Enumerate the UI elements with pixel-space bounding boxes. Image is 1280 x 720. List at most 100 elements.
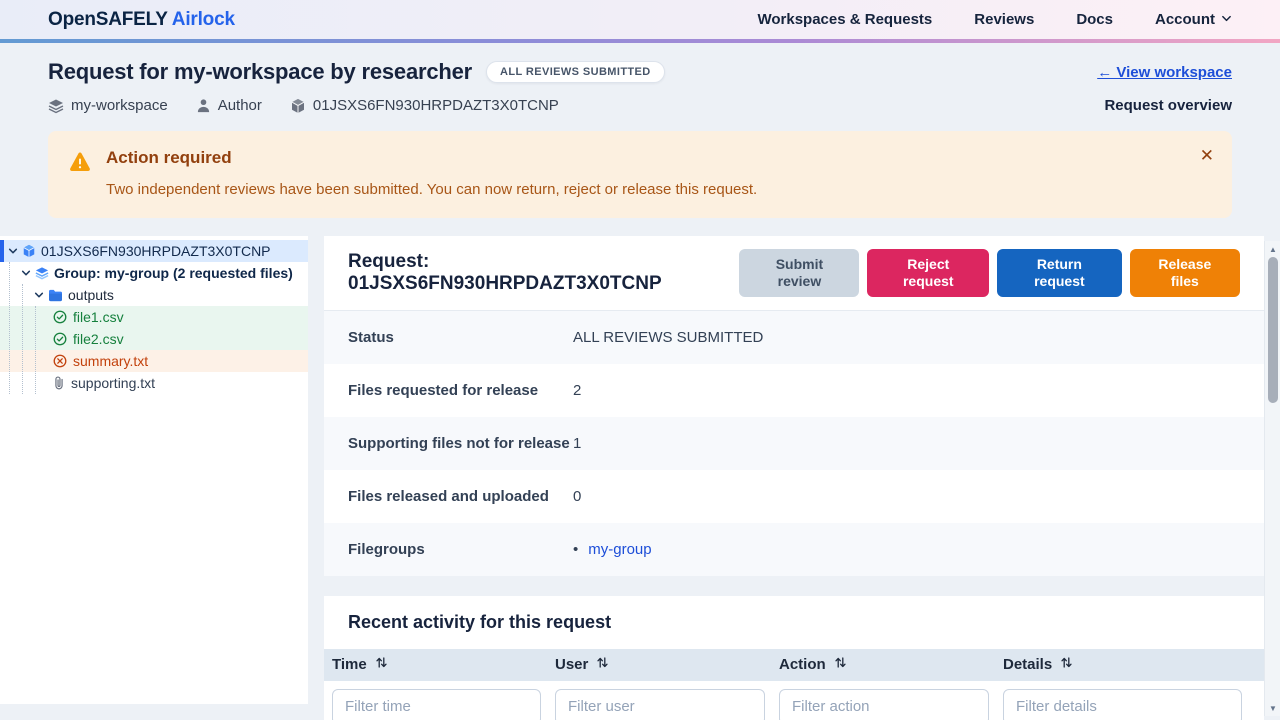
meta-author: Author bbox=[196, 97, 262, 114]
scrollbar-thumb[interactable] bbox=[1268, 257, 1278, 403]
nav-account-label: Account bbox=[1155, 11, 1215, 28]
tree-file-label: file2.csv bbox=[73, 331, 124, 347]
warning-icon bbox=[68, 150, 92, 198]
nav-docs[interactable]: Docs bbox=[1076, 11, 1113, 28]
meta-request-id: 01JSXS6FN930HRPDAZT3X0TCNP bbox=[290, 97, 559, 114]
sort-icon bbox=[835, 656, 846, 673]
filegroup-link[interactable]: my-group bbox=[588, 541, 651, 558]
detail-label: Supporting files not for release bbox=[348, 435, 573, 452]
filter-time-input[interactable] bbox=[332, 689, 541, 720]
main-panel: Request: 01JSXS6FN930HRPDAZT3X0TCNP Subm… bbox=[324, 236, 1264, 716]
chevron-down-icon[interactable] bbox=[20, 268, 32, 278]
chevron-down-icon[interactable] bbox=[7, 246, 19, 256]
column-header-user[interactable]: User bbox=[555, 656, 779, 673]
page-header: Request for my-workspace by researcher A… bbox=[0, 43, 1280, 114]
alert-title: Action required bbox=[106, 148, 757, 168]
request-overview-card: Request: 01JSXS6FN930HRPDAZT3X0TCNP Subm… bbox=[324, 236, 1264, 576]
meta-author-label: Author bbox=[218, 97, 262, 114]
meta-workspace: my-workspace bbox=[48, 97, 168, 114]
chevron-down-icon[interactable] bbox=[33, 290, 45, 300]
detail-row-status: Status ALL REVIEWS SUBMITTED bbox=[324, 311, 1264, 364]
tree-guide-line bbox=[22, 284, 23, 394]
detail-label: Files released and uploaded bbox=[348, 488, 573, 505]
tree-node-group[interactable]: Group: my-group (2 requested files) bbox=[0, 262, 308, 284]
column-label: User bbox=[555, 656, 588, 673]
action-required-alert: Action required Two independent reviews … bbox=[48, 131, 1232, 218]
folder-icon bbox=[48, 289, 63, 302]
column-header-time[interactable]: Time bbox=[332, 656, 555, 673]
detail-value: ALL REVIEWS SUBMITTED bbox=[573, 329, 763, 346]
filter-action-input[interactable] bbox=[779, 689, 989, 720]
file-tree: 01JSXS6FN930HRPDAZT3X0TCNP Group: my-gro… bbox=[0, 236, 308, 704]
column-label: Details bbox=[1003, 656, 1052, 673]
user-icon bbox=[196, 98, 211, 113]
column-header-details[interactable]: Details bbox=[1003, 656, 1264, 673]
activity-table-header: Time User Action Details bbox=[324, 649, 1264, 681]
nav-account-menu[interactable]: Account bbox=[1155, 11, 1232, 28]
scroll-down-icon[interactable]: ▼ bbox=[1265, 700, 1280, 716]
tree-file-label: summary.txt bbox=[73, 353, 148, 369]
tree-file-approved[interactable]: file2.csv bbox=[0, 328, 308, 350]
chevron-down-icon bbox=[1221, 11, 1232, 28]
check-circle-icon bbox=[53, 332, 67, 346]
vertical-scrollbar[interactable]: ▲ ▼ bbox=[1264, 241, 1280, 716]
submit-review-button[interactable]: Submit review bbox=[739, 249, 859, 297]
activity-heading: Recent activity for this request bbox=[324, 612, 1264, 633]
tree-guide-line bbox=[35, 306, 36, 394]
view-workspace-link[interactable]: ← View workspace bbox=[1097, 64, 1232, 81]
column-header-action[interactable]: Action bbox=[779, 656, 1003, 673]
tree-file-rejected[interactable]: summary.txt bbox=[0, 350, 308, 372]
cube-icon bbox=[290, 98, 306, 114]
brand-part-2: Airlock bbox=[167, 9, 234, 30]
x-circle-icon bbox=[53, 354, 67, 368]
top-navigation: OpenSAFELY Airlock Workspaces & Requests… bbox=[0, 0, 1280, 39]
nav-reviews[interactable]: Reviews bbox=[974, 11, 1034, 28]
paperclip-icon bbox=[53, 376, 65, 390]
filter-details-input[interactable] bbox=[1003, 689, 1242, 720]
detail-row-files-requested: Files requested for release 2 bbox=[324, 364, 1264, 417]
status-badge: ALL REVIEWS SUBMITTED bbox=[486, 61, 665, 83]
nav-workspaces-requests[interactable]: Workspaces & Requests bbox=[757, 11, 932, 28]
alert-body: Action required Two independent reviews … bbox=[106, 148, 757, 198]
tree-node-outputs-folder[interactable]: outputs bbox=[0, 284, 308, 306]
return-request-button[interactable]: Return request bbox=[997, 249, 1122, 297]
release-files-button[interactable]: Release files bbox=[1130, 249, 1240, 297]
scroll-up-icon[interactable]: ▲ bbox=[1265, 241, 1280, 257]
layers-icon bbox=[35, 266, 49, 280]
alert-message: Two independent reviews have been submit… bbox=[106, 181, 757, 198]
detail-label: Status bbox=[348, 329, 573, 346]
page-title: Request for my-workspace by researcher bbox=[48, 59, 472, 85]
tree-node-request-root[interactable]: 01JSXS6FN930HRPDAZT3X0TCNP bbox=[0, 240, 308, 262]
tree-node-label: outputs bbox=[68, 287, 114, 303]
detail-label: Filegroups bbox=[348, 541, 573, 558]
tree-file-label: supporting.txt bbox=[71, 375, 155, 391]
cube-icon bbox=[22, 244, 36, 258]
request-overview-label: Request overview bbox=[1104, 97, 1232, 114]
reject-request-button[interactable]: Reject request bbox=[867, 249, 989, 297]
detail-row-files-released: Files released and uploaded 0 bbox=[324, 470, 1264, 523]
tree-file-approved[interactable]: file1.csv bbox=[0, 306, 308, 328]
filter-user-input[interactable] bbox=[555, 689, 765, 720]
meta-workspace-label: my-workspace bbox=[71, 97, 168, 114]
detail-label: Files requested for release bbox=[348, 382, 573, 399]
sort-icon bbox=[376, 656, 387, 673]
tree-node-label: Group: my-group (2 requested files) bbox=[54, 265, 293, 281]
detail-row-supporting-files: Supporting files not for release 1 bbox=[324, 417, 1264, 470]
detail-value: 0 bbox=[573, 488, 581, 505]
layers-icon bbox=[48, 98, 64, 114]
brand-part-1: OpenSAFELY bbox=[48, 9, 167, 30]
nav-items: Workspaces & Requests Reviews Docs Accou… bbox=[757, 11, 1232, 28]
sort-icon bbox=[1061, 656, 1072, 673]
column-label: Time bbox=[332, 656, 367, 673]
detail-row-filegroups: Filegroups my-group bbox=[324, 523, 1264, 576]
close-icon[interactable]: ✕ bbox=[1194, 141, 1220, 170]
tree-file-supporting[interactable]: supporting.txt bbox=[0, 372, 308, 394]
meta-request-id-label: 01JSXS6FN930HRPDAZT3X0TCNP bbox=[313, 97, 559, 114]
recent-activity-card: Recent activity for this request Time Us… bbox=[324, 596, 1264, 720]
tree-file-label: file1.csv bbox=[73, 309, 124, 325]
app-logo[interactable]: OpenSAFELY Airlock bbox=[48, 9, 235, 31]
activity-filter-row bbox=[324, 681, 1264, 720]
request-title: Request: 01JSXS6FN930HRPDAZT3X0TCNP bbox=[348, 251, 739, 295]
sort-icon bbox=[597, 656, 608, 673]
detail-value: 1 bbox=[573, 435, 581, 452]
